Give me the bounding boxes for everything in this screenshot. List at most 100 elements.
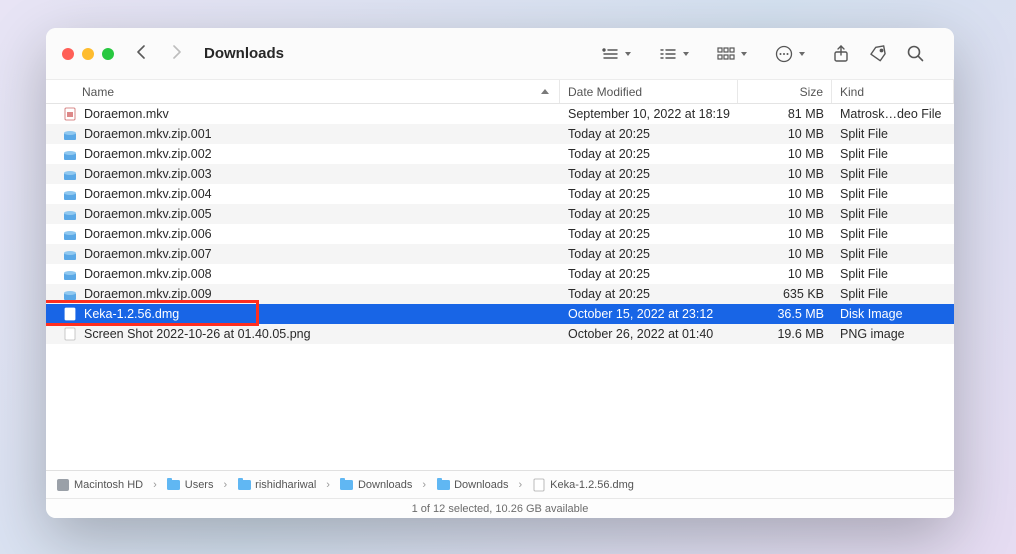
file-kind: Split File [832,147,954,161]
file-kind: Split File [832,187,954,201]
hd-icon [56,478,70,492]
file-kind: Split File [832,247,954,261]
search-button[interactable] [907,45,924,63]
file-size: 10 MB [738,127,832,141]
arrange-button[interactable] [717,47,747,61]
file-icon [62,206,78,222]
file-size: 635 KB [738,287,832,301]
file-row[interactable]: Doraemon.mkv.zip.005Today at 20:2510 MBS… [46,204,954,224]
folder-icon [167,478,181,492]
maximize-button[interactable] [102,48,114,60]
file-row[interactable]: Doraemon.mkv.zip.004 Today at 20:2510 MBS… [46,184,954,204]
file-date: Today at 20:25 [560,167,738,181]
file-size: 10 MB [738,147,832,161]
file-row[interactable]: Doraemon.mkv.zip.009 Today at 20:25635 KB… [46,284,954,304]
file-icon [62,286,78,302]
share-button[interactable] [833,45,849,63]
file-kind: Split File [832,127,954,141]
toolbar [601,45,924,63]
group-by-button[interactable] [601,47,631,61]
file-size: 10 MB [738,247,832,261]
breadcrumb-item[interactable]: Macintosh HD [56,478,143,492]
file-icon [62,306,78,322]
folder-icon [237,478,251,492]
file-name: Doraemon.mkv.zip.009 [84,287,212,301]
file-date: Today at 20:25 [560,127,738,141]
file-date: October 15, 2022 at 23:12 [560,307,738,321]
file-kind: Split File [832,267,954,281]
file-icon [62,226,78,242]
file-row[interactable]: Doraemon.mkv.zip.007 Today at 20:2510 MBS… [46,244,954,264]
file-row[interactable]: Doraemon.mkv.zip.003 Today at 20:2510 MBS… [46,164,954,184]
view-options-button[interactable] [659,47,689,61]
column-header-kind[interactable]: Kind [832,80,954,103]
file-size: 10 MB [738,187,832,201]
tags-button[interactable] [869,45,887,63]
file-date: Today at 20:25 [560,187,738,201]
file-icon [62,266,78,282]
file-kind: Split File [832,227,954,241]
file-icon [62,106,78,122]
file-icon [62,326,78,342]
status-text: 1 of 12 selected, 10.26 GB available [412,503,589,515]
forward-button[interactable] [173,45,182,62]
file-name: Keka-1.2.56.dmg [84,307,179,321]
breadcrumb-item[interactable]: Users [167,478,214,492]
breadcrumb-label: Downloads [454,479,508,491]
file-kind: PNG image [832,327,954,341]
file-size: 10 MB [738,267,832,281]
file-date: September 10, 2022 at 18:19 [560,107,738,121]
file-date: October 26, 2022 at 01:40 [560,327,738,341]
file-kind: Split File [832,287,954,301]
file-name: Doraemon.mkv.zip.003 [84,167,212,181]
file-date: Today at 20:25 [560,247,738,261]
breadcrumb-label: Keka-1.2.56.dmg [550,479,634,491]
more-button[interactable] [775,45,805,63]
column-header-name[interactable]: Name [46,80,560,103]
file-date: Today at 20:25 [560,227,738,241]
breadcrumb-item[interactable]: Downloads [340,478,412,492]
file-row[interactable]: Doraemon.mkv.zip.006 Today at 20:2510 MBS… [46,224,954,244]
back-button[interactable] [136,45,145,62]
file-row[interactable]: Doraemon.mkv.zip.008Today at 20:2510 MBS… [46,264,954,284]
file-name: Doraemon.mkv.zip.006 [84,227,212,241]
file-name: Doraemon.mkv.zip.005 [84,207,212,221]
breadcrumb-separator: › [326,479,330,491]
file-date: Today at 20:25 [560,287,738,301]
file-size: 19.6 MB [738,327,832,341]
file-icon [62,126,78,142]
breadcrumb-separator: › [518,479,522,491]
file-row[interactable]: Doraemon.mkv.zip.001 Today at 20:2510 MBS… [46,124,954,144]
file-icon [532,478,546,492]
file-list[interactable]: Doraemon.mkvSeptember 10, 2022 at 18:198… [46,104,954,470]
file-icon [62,146,78,162]
file-row[interactable]: Doraemon.mkvSeptember 10, 2022 at 18:198… [46,104,954,124]
file-name: Doraemon.mkv.zip.004 [84,187,212,201]
chevron-down-icon [741,52,747,56]
column-header-size[interactable]: Size [738,80,832,103]
file-kind: Disk Image [832,307,954,321]
file-icon [62,186,78,202]
titlebar: Downloads [46,28,954,80]
file-name: Doraemon.mkv [84,107,169,121]
file-row[interactable]: Doraemon.mkv.zip.002Today at 20:2510 MBS… [46,144,954,164]
breadcrumb-separator: › [153,479,157,491]
file-kind: Matrosk…deo File [832,107,954,121]
breadcrumb-item[interactable]: Downloads [436,478,508,492]
file-name: Doraemon.mkv.zip.007 [84,247,212,261]
file-row[interactable]: Keka-1.2.56.dmg October 15, 2022 at 23:12… [46,304,954,324]
file-row[interactable]: Screen Shot 2022-10-26 at 01.40.05.png Oc… [46,324,954,344]
file-size: 10 MB [738,167,832,181]
file-kind: Split File [832,167,954,181]
file-name: Screen Shot 2022-10-26 at 01.40.05.png [84,327,311,341]
file-name: Doraemon.mkv.zip.001 [84,127,212,141]
file-size: 10 MB [738,227,832,241]
close-button[interactable] [62,48,74,60]
column-headers: Name Date Modified Size Kind [46,80,954,104]
minimize-button[interactable] [82,48,94,60]
breadcrumb-item[interactable]: rishidhariwal [237,478,316,492]
file-name: Doraemon.mkv.zip.002 [84,147,212,161]
chevron-down-icon [625,52,631,56]
breadcrumb-item[interactable]: Keka-1.2.56.dmg [532,478,634,492]
column-header-date[interactable]: Date Modified [560,80,738,103]
